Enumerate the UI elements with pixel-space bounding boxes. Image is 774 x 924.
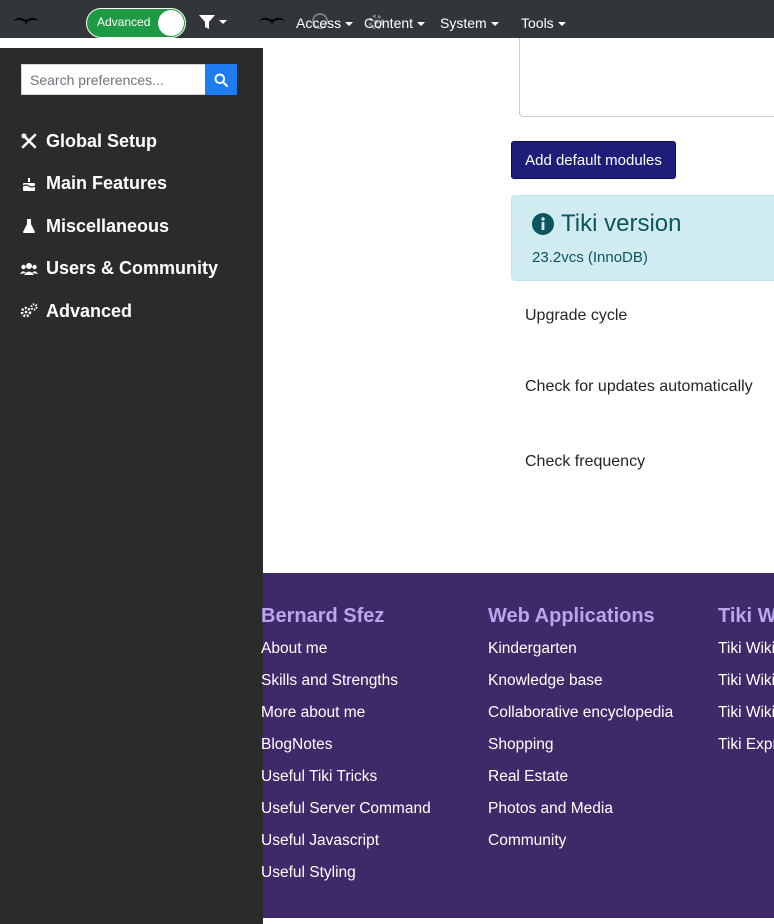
sidebar-item-global-setup[interactable]: Global Setup [20, 120, 218, 163]
flask-icon [20, 217, 38, 235]
footer-link[interactable]: About me [261, 638, 431, 670]
footer-link[interactable]: Tiki Wiki [718, 638, 774, 670]
footer-column: Web Applications Kindergarten Knowledge … [488, 605, 673, 862]
pref-check-updates-label: Check for updates automatically [525, 378, 753, 395]
footer-link[interactable]: Knowledge base [488, 670, 673, 702]
footer-link[interactable]: Tiki Expr [718, 734, 774, 766]
filter-dropdown[interactable] [199, 13, 227, 29]
footer-column: Bernard Sfez About me Skills and Strengt… [261, 605, 431, 894]
version-title: Tiki version [532, 210, 681, 238]
pref-check-frequency-label: Check frequency [525, 453, 646, 470]
footer-link[interactable]: Collaborative encyclopedia [488, 702, 673, 734]
version-title-text: Tiki version [561, 210, 682, 237]
users-icon [20, 260, 38, 278]
nav-content[interactable]: Content [364, 15, 426, 31]
footer-link[interactable]: Skills and Strengths [261, 670, 431, 702]
footer-link[interactable]: Useful Server Command [261, 798, 431, 830]
cogs-icon [20, 302, 38, 320]
search-icon [214, 73, 228, 87]
sidebar-item-advanced[interactable]: Advanced [20, 290, 218, 333]
chevron-down-icon [417, 22, 426, 27]
footer-link[interactable]: Tiki Wiki [718, 670, 774, 702]
footer-link[interactable]: Useful Tiki Tricks [261, 766, 431, 798]
search-input[interactable] [21, 64, 205, 95]
filter-icon [199, 14, 215, 29]
sidebar-item-users-community[interactable]: Users & Community [20, 248, 218, 291]
chevron-down-icon [219, 19, 227, 24]
nav-tools-label: Tools [521, 15, 554, 31]
advanced-toggle-label: Advanced [97, 15, 151, 29]
tools-icon [20, 132, 38, 150]
tiki-version-alert: Tiki version 23.2vcs (InnoDB) [511, 195, 774, 281]
footer-link[interactable]: Useful Javascript [261, 830, 431, 862]
nav-system[interactable]: System [440, 15, 499, 31]
sidebar-item-label: Advanced [46, 300, 133, 321]
footer-link[interactable]: More about me [261, 702, 431, 734]
sidebar-item-label: Main Features [46, 173, 168, 194]
add-default-modules-button[interactable]: Add default modules [511, 141, 676, 179]
toggle-knob [158, 10, 184, 36]
nav-access-label: Access [296, 15, 342, 31]
preference-search [21, 64, 237, 95]
sidebar-item-label: Users & Community [46, 258, 219, 279]
footer-link[interactable]: Tiki Wiki [718, 702, 774, 734]
pref-upgrade-cycle-label: Upgrade cycle [525, 307, 628, 324]
footer-heading: Tiki Wi [718, 605, 774, 627]
nav-system-label: System [440, 15, 487, 31]
footer-link[interactable]: Useful Styling [261, 862, 431, 894]
admin-sidebar: Global Setup Main Features Miscellaneous… [0, 48, 263, 924]
search-button[interactable] [205, 64, 237, 95]
sidebar-item-main-features[interactable]: Main Features [20, 163, 218, 206]
footer-link[interactable]: Real Estate [488, 766, 673, 798]
footer-heading: Bernard Sfez [261, 605, 385, 627]
cake-icon [20, 175, 38, 193]
footer-link[interactable]: BlogNotes [261, 734, 431, 766]
site-footer: Bernard Sfez About me Skills and Strengt… [261, 573, 774, 918]
footer-link[interactable]: Community [488, 830, 673, 862]
sidebar-item-label: Miscellaneous [46, 215, 170, 236]
bird-logo-icon[interactable] [12, 13, 40, 27]
sidebar-item-label: Global Setup [46, 130, 158, 151]
nav-content-label: Content [364, 15, 414, 31]
footer-heading: Web Applications [488, 605, 655, 627]
chevron-down-icon [345, 22, 354, 27]
sidebar-item-miscellaneous[interactable]: Miscellaneous [20, 205, 218, 248]
footer-column: Tiki Wi Tiki Wiki Tiki Wiki Tiki Wiki Ti… [718, 605, 774, 766]
footer-link[interactable]: Kindergarten [488, 638, 673, 670]
modules-textarea[interactable] [519, 38, 774, 117]
chevron-down-icon [490, 22, 499, 27]
chevron-down-icon [557, 22, 566, 27]
nav-access[interactable]: Access [296, 15, 354, 31]
version-value: 23.2vcs (InnoDB) [532, 249, 648, 266]
top-navbar: Advanced Access Content System Tools [0, 0, 774, 38]
advanced-toggle[interactable]: Advanced [86, 8, 186, 38]
sidebar-menu: Global Setup Main Features Miscellaneous… [20, 120, 218, 333]
info-circle-icon [532, 213, 554, 235]
footer-link[interactable]: Photos and Media [488, 798, 673, 830]
nav-tools[interactable]: Tools [521, 15, 566, 31]
footer-link[interactable]: Shopping [488, 734, 673, 766]
bird-logo-icon-2 [258, 13, 286, 27]
